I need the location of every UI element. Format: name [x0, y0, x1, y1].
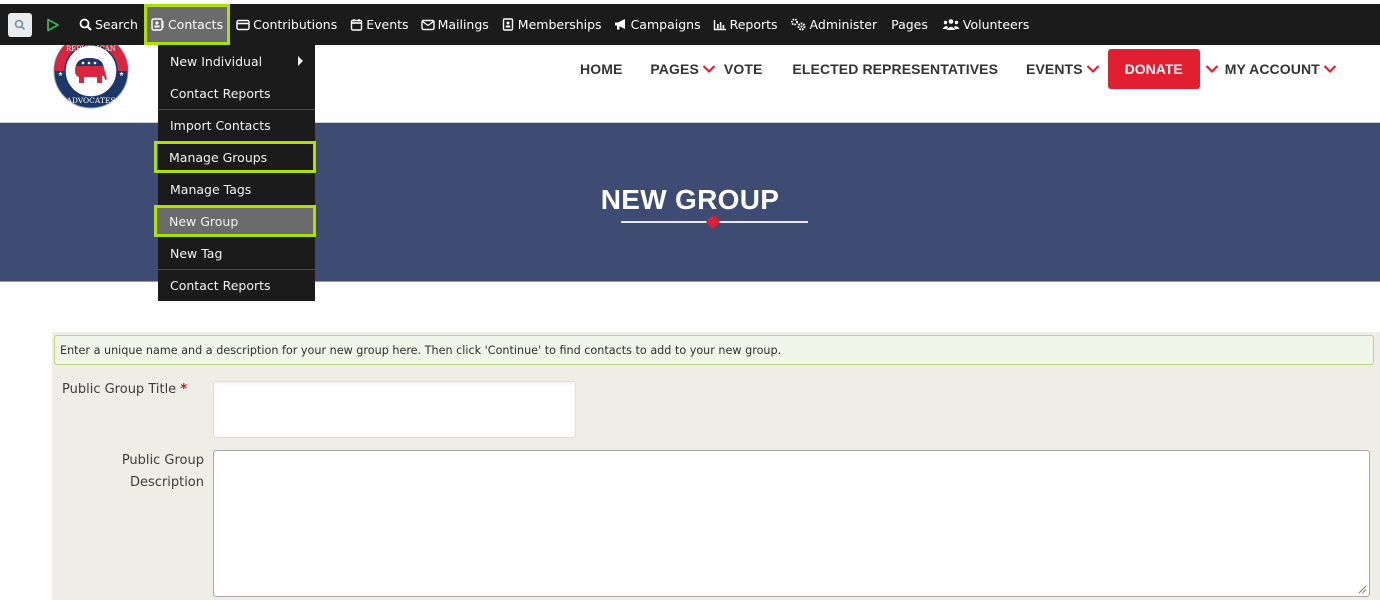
menu-contributions-label: Contributions [253, 17, 338, 32]
menu-search-label: Search [95, 17, 138, 32]
menu-item-label: Contact Reports [170, 86, 271, 101]
menu-item-manage-tags[interactable]: Manage Tags [158, 173, 315, 205]
site-logo[interactable]: ADVOCATES REPUBLICAN [48, 39, 134, 111]
menu-item-label: New Group [169, 214, 239, 229]
nav-events[interactable]: EVENTS [1026, 61, 1100, 77]
nav-pages-label: PAGES [650, 61, 699, 77]
menu-item-label: New Tag [170, 246, 223, 261]
nav-elected-representatives[interactable]: ELECTED REPRESENTATIVES [792, 61, 998, 77]
nav-home[interactable]: HOME [580, 61, 622, 77]
nav-pages[interactable]: PAGES [650, 61, 716, 77]
main-nav: HOME PAGES VOTE ELECTED REPRESENTATIVES … [580, 49, 1337, 89]
resize-grip-icon[interactable] [1358, 585, 1367, 594]
bar-chart-icon [713, 18, 727, 32]
menu-reports-label: Reports [729, 17, 778, 32]
group-description-textarea[interactable] [213, 450, 1370, 597]
chevron-down-icon[interactable] [1205, 64, 1219, 74]
elephant-logo-icon: ADVOCATES REPUBLICAN [53, 45, 129, 109]
required-marker: * [180, 382, 188, 397]
menu-item-new-tag[interactable]: New Tag [158, 237, 315, 269]
nav-events-label: EVENTS [1026, 61, 1083, 77]
menu-item-label: Import Contacts [170, 118, 271, 133]
quicksearch-button[interactable] [8, 12, 32, 37]
menu-item-label: Manage Tags [170, 182, 252, 197]
menu-item-new-individual[interactable]: New Individual [158, 45, 315, 77]
nav-vote[interactable]: VOTE [724, 61, 763, 77]
bullhorn-icon [614, 18, 628, 32]
menu-campaigns-label: Campaigns [630, 17, 701, 32]
chevron-down-icon [702, 65, 716, 74]
civicrm-logo-icon[interactable] [46, 17, 62, 33]
gears-icon [790, 18, 807, 32]
menu-volunteers[interactable]: Volunteers [936, 4, 1035, 45]
logo-text-bottom: ADVOCATES [65, 96, 115, 105]
menu-pages[interactable]: Pages [883, 4, 936, 45]
menu-memberships-label: Memberships [517, 17, 602, 32]
credit-card-icon [236, 18, 250, 32]
menu-administer-label: Administer [809, 17, 878, 32]
nav-my-account-label: MY ACCOUNT [1224, 61, 1320, 77]
search-icon [14, 19, 26, 30]
users-icon [942, 18, 960, 32]
menu-campaigns[interactable]: Campaigns [608, 4, 707, 45]
civicrm-menu-bar: Search Contacts Contributions Events Mai… [0, 4, 1380, 45]
submenu-arrow-icon [298, 56, 303, 66]
menu-reports[interactable]: Reports [707, 4, 784, 45]
donate-button[interactable]: DONATE [1107, 49, 1200, 89]
menu-administer[interactable]: Administer [784, 4, 884, 45]
calendar-icon [349, 18, 363, 32]
menu-contacts-label: Contacts [167, 17, 224, 32]
menu-mailings[interactable]: Mailings [415, 4, 495, 45]
menu-item-label: New Individual [170, 54, 263, 69]
new-group-form: Enter a unique name and a description fo… [52, 332, 1380, 600]
nav-my-account[interactable]: MY ACCOUNT [1225, 61, 1337, 77]
address-card-icon [151, 18, 165, 32]
id-badge-icon [501, 18, 515, 32]
menu-volunteers-label: Volunteers [962, 17, 1030, 32]
envelope-icon [420, 18, 435, 32]
help-message: Enter a unique name and a description fo… [54, 335, 1374, 365]
menu-mailings-label: Mailings [437, 17, 489, 32]
search-icon [78, 18, 92, 32]
menu-memberships[interactable]: Memberships [495, 4, 608, 45]
menu-item-import-contacts[interactable]: Import Contacts [158, 109, 315, 141]
menu-item-label: Manage Groups [169, 150, 268, 165]
menu-events[interactable]: Events [343, 4, 414, 45]
menu-item-new-group[interactable]: New Group [154, 205, 316, 237]
menu-item-contact-reports-2[interactable]: Contact Reports [158, 269, 315, 301]
menu-contacts[interactable]: Contacts [143, 4, 231, 45]
group-title-input[interactable] [213, 381, 576, 438]
logo-text-top: REPUBLICAN [66, 45, 116, 53]
group-title-label-text: Public Group Title [62, 382, 177, 397]
contacts-dropdown-menu: New Individual Contact Reports Import Co… [154, 45, 316, 301]
group-description-label: Public Group Description [62, 450, 204, 494]
menu-item-label: Contact Reports [170, 278, 271, 293]
title-diamond-ornament [705, 214, 721, 230]
menu-item-manage-groups[interactable]: Manage Groups [154, 141, 316, 173]
menu-pages-label: Pages [891, 17, 928, 32]
group-description-label-line1: Public Group [121, 453, 204, 468]
group-title-label: Public Group Title * [62, 379, 202, 401]
chevron-down-icon [1323, 65, 1337, 74]
menu-contributions[interactable]: Contributions [230, 4, 343, 45]
group-description-label-line2: Description [129, 475, 204, 490]
menu-item-contact-reports[interactable]: Contact Reports [158, 77, 315, 109]
menu-events-label: Events [366, 17, 409, 32]
chevron-down-icon [1086, 65, 1099, 74]
